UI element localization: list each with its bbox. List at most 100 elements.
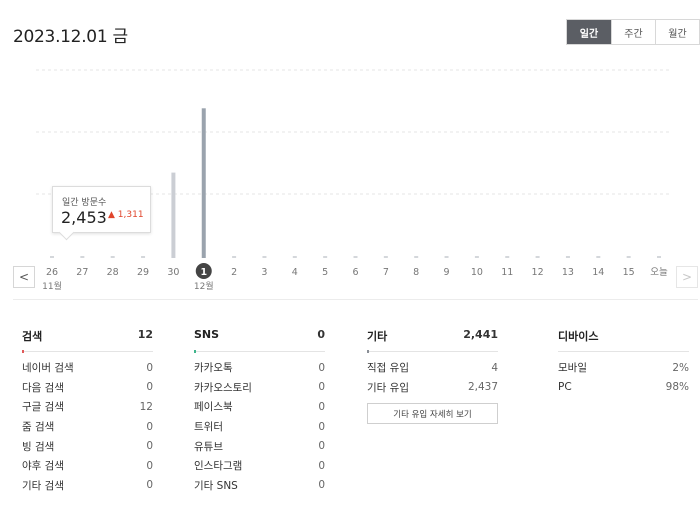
next-period-button[interactable]: > [676,266,698,288]
chart-bar[interactable] [565,256,570,258]
x-tick-label[interactable]: 12 [532,267,544,278]
list-item: 카카오스토리 0 [194,378,325,398]
row-value: 0 [146,479,153,492]
x-tick-label[interactable]: 2 [231,267,237,278]
list-item: 모바일 2% [558,358,689,378]
x-tick-label[interactable]: 13 [562,267,574,278]
x-tick-label[interactable]: 5 [322,267,328,278]
x-tick-label[interactable]: 30 [167,267,179,278]
x-tick-label[interactable]: 27 [76,267,88,278]
chart-bar[interactable] [201,108,206,258]
row-label: 다음 검색 [22,381,64,394]
chart-bar[interactable] [535,256,540,258]
row-label: 줌 검색 [22,421,55,434]
chart-bar[interactable] [110,256,115,258]
row-label: 기타 유입 [367,381,409,394]
row-value: 0 [318,400,325,413]
x-tick-label[interactable]: 9 [444,267,450,278]
tooltip-diff: ▲ 1,311 [108,210,144,220]
month-label: 12월 [194,280,214,292]
tooltip-label: 일간 방문수 [62,198,107,208]
row-value: 2% [672,361,689,374]
x-tick-label[interactable]: 오늘 [650,267,668,278]
tooltip-value: 2,453 [61,208,107,227]
tab-monthly[interactable]: 월간 [655,20,699,44]
row-label: 구글 검색 [22,401,64,414]
visits-chart: 26 27 28 29 30 1 2 3 4 5 6 7 8 9 10 11 12 13 14 15 오늘11월 12월 [36,69,670,292]
other-inflow-detail-button[interactable]: 기타 유입 자세히 보기 [367,403,498,425]
chart-bar[interactable] [141,256,146,258]
x-tick-label[interactable]: 14 [592,267,604,278]
x-tick-label[interactable]: 1 [200,267,207,278]
x-tick-label[interactable]: 4 [292,267,298,278]
chart-bar[interactable] [474,256,479,258]
chart-bar[interactable] [626,256,631,258]
list-item: 유튜브 0 [194,436,325,456]
chart-bar[interactable] [292,256,297,258]
list-item: 네이버 검색 0 [22,358,153,378]
x-tick-label[interactable]: 29 [137,267,149,278]
panel-accent [194,350,196,353]
tab-daily[interactable]: 일간 [567,20,611,44]
prev-period-button[interactable]: < [13,266,35,288]
list-item: 줌 검색 0 [22,417,153,437]
row-label: 빙 검색 [22,440,55,453]
row-value: 0 [318,420,325,433]
chart-bar[interactable] [596,256,601,258]
panel-header: 디바이스 [558,328,689,352]
panel-header: 기타 2,441 [367,328,498,353]
list-item: 빙 검색 0 [22,436,153,456]
tab-weekly[interactable]: 주간 [611,20,655,44]
x-tick-label[interactable]: 7 [383,267,389,278]
row-value: 0 [318,361,325,374]
panel-search: 검색 12 네이버 검색 0 다음 검색 0 구글 검색 12 줌 검색 0 빙 검색 0… [22,328,153,495]
x-tick-label[interactable]: 8 [413,267,419,278]
chart-tooltip: 일간 방문수 2,453 ▲ 1,311 [52,186,151,233]
chart-bar[interactable] [353,256,358,258]
list-item: PC 98% [558,378,689,398]
chart-bar[interactable] [383,256,388,258]
chart-bar[interactable] [414,256,419,258]
x-tick-label[interactable]: 6 [352,267,358,278]
row-value: 0 [318,440,325,453]
list-item: 직접 유입 4 [367,358,498,378]
list-item: 구글 검색 12 [22,397,153,417]
x-tick-label[interactable]: 11 [501,267,513,278]
row-label: 카카오톡 [194,362,233,375]
chart-bar[interactable] [50,256,54,258]
chart-bar[interactable] [232,256,237,258]
row-label: 트위터 [194,421,223,434]
panel-other: 기타 2,441 직접 유입 4 기타 유입 2,437 기타 유입 자세히 보기 [367,328,498,425]
chart-bar[interactable] [505,256,510,258]
chart-bar[interactable] [657,256,661,258]
chart-bar[interactable] [171,172,176,258]
row-label: 페이스북 [194,401,233,414]
chart-bar[interactable] [444,256,449,258]
chart-bar[interactable] [323,256,328,258]
x-tick-label[interactable]: 15 [623,267,635,278]
month-label: 11월 [42,280,62,292]
row-value: 0 [318,459,325,472]
panel-total: 2,441 [463,328,498,341]
row-value: 0 [318,381,325,394]
list-item: 트위터 0 [194,417,325,437]
row-value: 0 [146,420,153,433]
list-item: 야후 검색 0 [22,456,153,476]
row-value: 0 [318,479,325,492]
panel-title: 검색 [22,330,43,343]
row-label: 카카오스토리 [194,381,252,394]
chart-bar[interactable] [80,256,85,258]
period-tabs: 일간 주간 월간 [566,19,700,45]
row-value: 0 [146,361,153,374]
x-tick-label[interactable]: 26 [46,267,58,278]
section-divider [13,299,698,300]
x-tick-label[interactable]: 3 [261,267,267,278]
row-label: PC [558,381,572,394]
x-tick-label[interactable]: 28 [107,267,119,278]
panel-title: SNS [194,328,220,341]
row-value: 98% [665,381,689,394]
x-tick-label[interactable]: 10 [471,267,483,278]
row-label: 기타 SNS [194,479,238,492]
chart-bar[interactable] [262,256,267,258]
list-item: 카카오톡 0 [194,358,325,378]
